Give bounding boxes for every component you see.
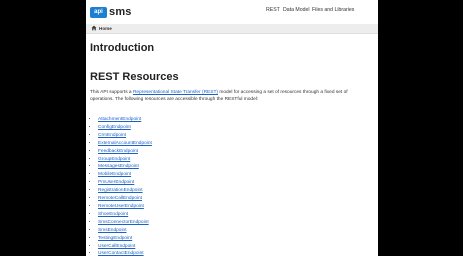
resource-link[interactable]: ShoeEndpoint [98, 212, 128, 217]
resource-link[interactable]: TestingEndpoint [98, 236, 132, 241]
intro-paragraph: This API supports a Representational Sta… [90, 89, 370, 103]
list-item: RemoteCallEndpoint [98, 195, 152, 203]
breadcrumb-home[interactable]: Home [91, 25, 112, 31]
logo-badge: api [90, 6, 107, 18]
breadcrumb: Home [86, 24, 378, 34]
resource-link[interactable]: ConfigEndpoint [98, 125, 131, 130]
resource-link[interactable]: MessagesEndpoint [98, 164, 139, 169]
resource-link[interactable]: MobileEndpoint [98, 172, 131, 177]
logo[interactable]: api sms [90, 4, 132, 20]
resource-link[interactable]: PmUserEndpoint [98, 180, 134, 185]
page-title: Introduction [90, 42, 155, 54]
page-content: api sms REST Data Model Files and Librar… [86, 0, 378, 256]
list-item: CrmEndpoint [98, 132, 152, 140]
nav-data-model[interactable]: Data Model [283, 7, 310, 13]
home-icon [91, 25, 97, 31]
resource-link[interactable]: CrmEndpoint [98, 133, 126, 138]
resource-link[interactable]: RegistrationEndpoint [98, 188, 143, 193]
list-item: PmUserEndpoint [98, 179, 152, 187]
list-item: ShoeEndpoint [98, 211, 152, 219]
resource-link[interactable]: FeedbackEndpoint [98, 149, 138, 154]
list-item: RegistrationEndpoint [98, 187, 152, 195]
top-navbar: api sms REST Data Model Files and Librar… [86, 0, 378, 25]
list-item: UserContactEndpoint [98, 250, 152, 256]
list-item: MessagesEndpoint [98, 163, 152, 171]
list-item: GroupEndpoint [98, 156, 152, 164]
resource-link[interactable]: UserCallEndpoint [98, 244, 135, 249]
resource-link[interactable]: AttachmentEndpoint [98, 117, 141, 122]
resource-link[interactable]: ExternalAccountEndpoint [98, 141, 152, 146]
rest-link[interactable]: Representational State Transfer (REST) [133, 90, 218, 95]
list-item: SmsEndpoint [98, 227, 152, 235]
breadcrumb-home-label: Home [99, 25, 112, 31]
list-item: MobileEndpoint [98, 171, 152, 179]
list-item: ConfigEndpoint [98, 124, 152, 132]
resource-link[interactable]: SmsConnectorEndpoint [98, 220, 149, 225]
resource-link[interactable]: GroupEndpoint [98, 157, 130, 162]
list-item: AttachmentEndpoint [98, 116, 152, 124]
list-item: TestingEndpoint [98, 235, 152, 243]
list-item: ExternalAccountEndpoint [98, 140, 152, 148]
section-title: REST Resources [90, 71, 179, 83]
resource-link[interactable]: RemoteUserEndpoint [98, 204, 144, 209]
resource-link[interactable]: SmsEndpoint [98, 228, 127, 233]
nav-files-libraries[interactable]: Files and Libraries [312, 7, 354, 13]
intro-prefix: This API supports a [90, 90, 133, 95]
resource-link[interactable]: UserContactEndpoint [98, 251, 144, 256]
resource-link[interactable]: RemoteCallEndpoint [98, 196, 142, 201]
logo-text: sms [109, 6, 132, 18]
nav-rest[interactable]: REST [266, 7, 280, 13]
list-item: SmsConnectorEndpoint [98, 219, 152, 227]
list-item: UserCallEndpoint [98, 243, 152, 251]
resource-list: AttachmentEndpoint ConfigEndpoint CrmEndpo… [90, 116, 152, 256]
list-item: RemoteUserEndpoint [98, 203, 152, 211]
list-item: FeedbackEndpoint [98, 148, 152, 156]
